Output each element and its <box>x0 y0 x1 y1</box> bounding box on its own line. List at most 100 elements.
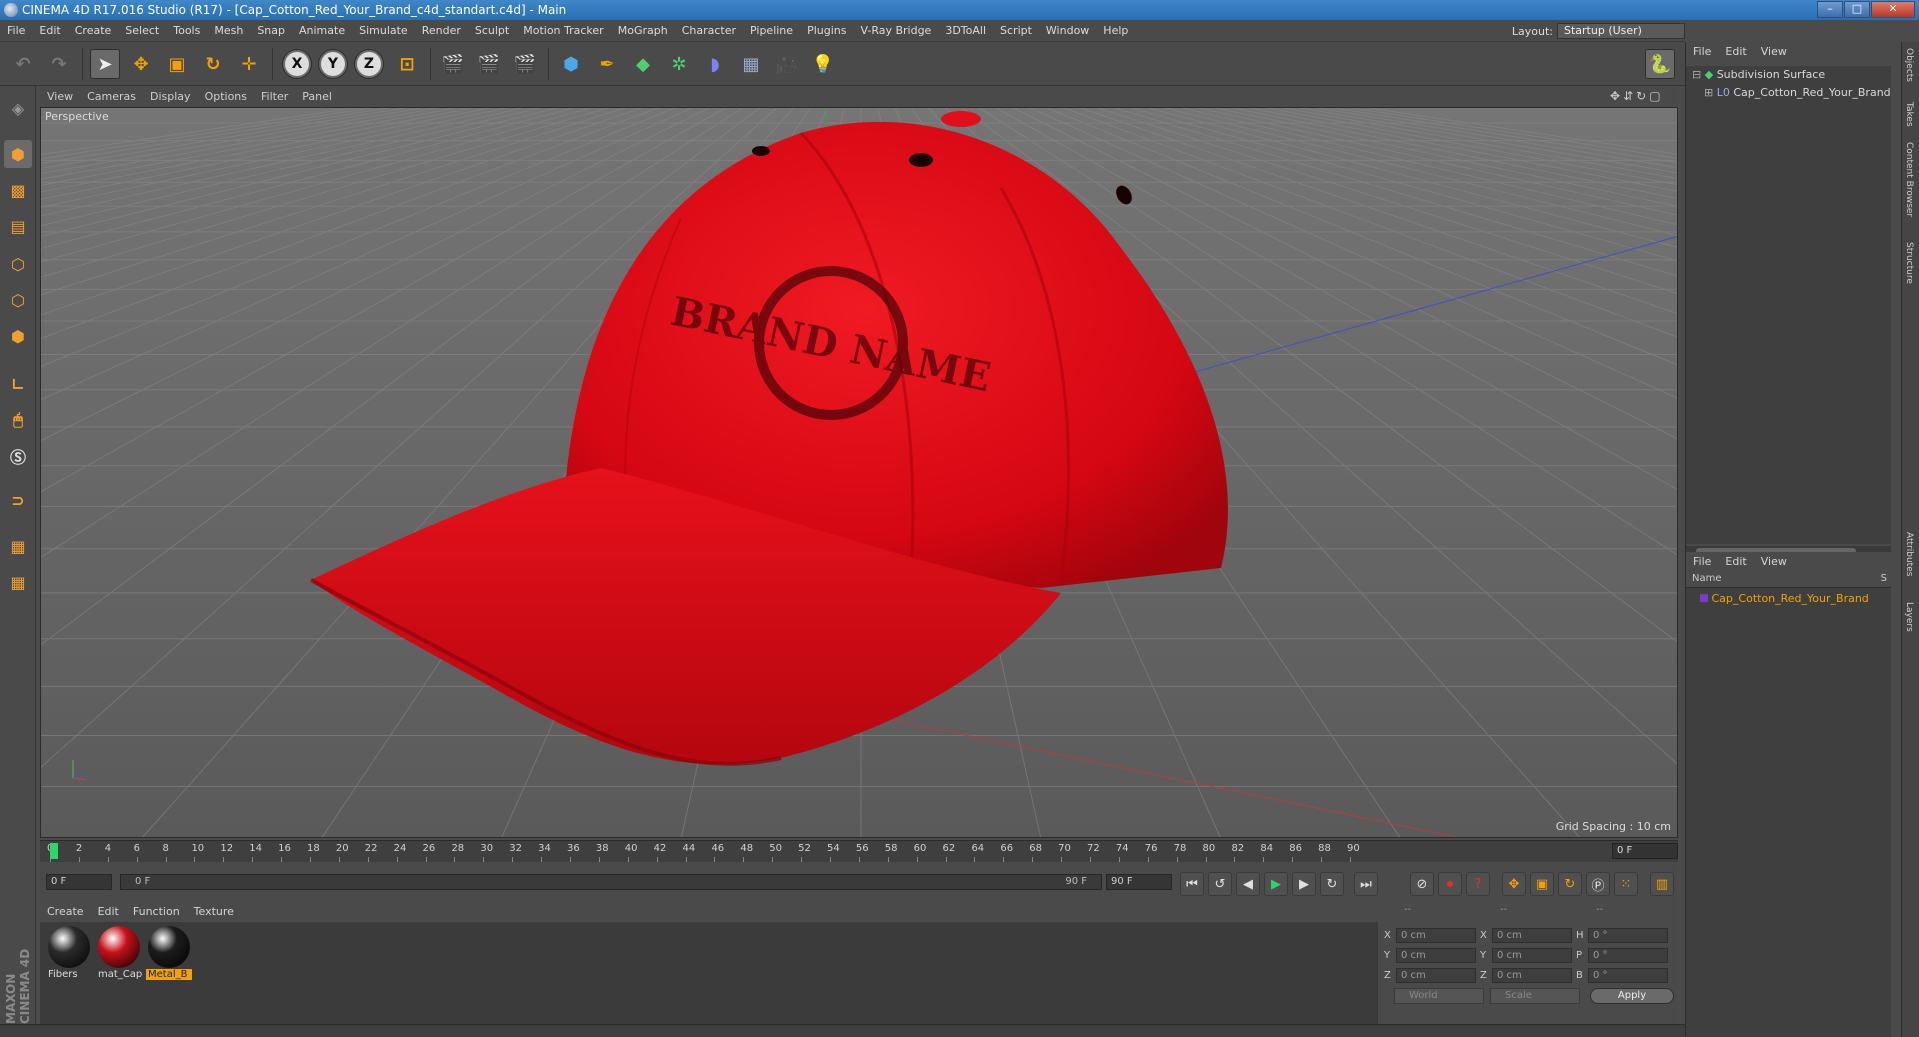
menu-create[interactable]: Create <box>68 20 119 42</box>
rotate-tool-button[interactable]: ↻ <box>198 49 228 79</box>
python-button[interactable]: 🐍 <box>1645 49 1675 79</box>
material-swatch[interactable]: Metal_B <box>146 926 192 980</box>
previous-frame-button[interactable]: ◀ <box>1236 872 1260 896</box>
viewport-nav-icons[interactable]: ✥⇵↻▢ <box>1610 89 1664 103</box>
current-frame-field[interactable]: 0 F <box>1612 843 1678 859</box>
layer-row[interactable]: Cap_Cotton_Red_Your_Brand <box>1700 590 1869 608</box>
viewport-menu-panel[interactable]: Panel <box>295 87 339 107</box>
timeline-ruler[interactable]: 0246810121416182022242628303234363840424… <box>40 840 1678 862</box>
light-button[interactable]: 💡 <box>808 49 838 79</box>
end-frame-field[interactable]: 90 F <box>1106 874 1172 890</box>
material-swatch[interactable]: mat_Cap <box>96 926 142 980</box>
menu-animate[interactable]: Animate <box>292 20 352 42</box>
menu-sculpt[interactable]: Sculpt <box>468 20 516 42</box>
object-row-cap[interactable]: ⊞ L0 Cap_Cotton_Red_Your_Brand <box>1704 84 1891 102</box>
menu-file[interactable]: File <box>0 20 32 42</box>
material-menu-function[interactable]: Function <box>126 902 187 922</box>
side-tab-content-browser[interactable]: Content Browser <box>1904 142 1914 217</box>
next-frame-button[interactable]: ▶ <box>1292 872 1316 896</box>
snap-button[interactable]: Ⓢ <box>4 442 32 470</box>
go-to-end-button[interactable]: ⏭ <box>1354 872 1378 896</box>
material-menu-edit[interactable]: Edit <box>91 902 126 922</box>
menu-help[interactable]: Help <box>1096 20 1135 42</box>
pan-icon[interactable]: ✥ <box>1610 89 1623 103</box>
position-key-button[interactable]: ✥ <box>1502 872 1526 896</box>
timeline-window-button[interactable]: ▥ <box>1650 872 1674 896</box>
layout-dropdown[interactable]: Startup (User) <box>1557 23 1685 39</box>
workplane-lock-button[interactable]: ▦ <box>4 532 32 560</box>
minimize-button[interactable]: – <box>1817 1 1843 18</box>
make-editable-button[interactable]: ◈ <box>4 94 32 122</box>
menu-render[interactable]: Render <box>415 20 468 42</box>
viewport-menu-options[interactable]: Options <box>198 87 254 107</box>
viewport-menu-cameras[interactable]: Cameras <box>80 87 143 107</box>
start-frame-field[interactable]: 0 F <box>46 874 112 890</box>
coordinate-value-field[interactable]: 0 cm <box>1492 928 1572 943</box>
polygons-mode-button[interactable]: ⬢ <box>4 322 32 350</box>
timeline-playhead[interactable] <box>50 843 58 859</box>
side-tab-takes[interactable]: Takes <box>1904 102 1914 127</box>
floor-object-button[interactable]: ▦ <box>736 49 766 79</box>
redo-button[interactable]: ↷ <box>44 49 74 79</box>
coordinate-value-field[interactable]: 0 ° <box>1588 968 1668 983</box>
y-axis-lock-button[interactable]: Y <box>318 49 348 79</box>
side-tab-attributes[interactable]: Attributes <box>1904 532 1914 576</box>
camera-button[interactable]: 🎥 <box>772 49 802 79</box>
scale-tool-button[interactable]: ▣ <box>162 49 192 79</box>
record-keys-button[interactable]: ⊘ <box>1410 872 1434 896</box>
coordinate-mode-dropdown[interactable]: World <box>1394 988 1484 1004</box>
menu-script[interactable]: Script <box>993 20 1039 42</box>
menu-edit[interactable]: Edit <box>32 20 67 42</box>
cloner-button[interactable]: ✲ <box>664 49 694 79</box>
render-view-button[interactable]: 🎬 <box>438 49 468 79</box>
undo-button[interactable]: ↶ <box>8 49 38 79</box>
coordinate-value-field[interactable]: 0 cm <box>1396 928 1476 943</box>
edit-render-settings-button[interactable]: 🎬 <box>510 49 540 79</box>
menu-select[interactable]: Select <box>118 20 166 42</box>
coordinate-value-field[interactable]: 0 ° <box>1588 948 1668 963</box>
viewport-menu-display[interactable]: Display <box>143 87 198 107</box>
subdivision-surface-button[interactable]: ◆ <box>628 49 658 79</box>
menu-mograph[interactable]: MoGraph <box>611 20 675 42</box>
workplane-align-button[interactable]: ▦ <box>4 568 32 596</box>
edges-mode-button[interactable]: ⬡ <box>4 286 32 314</box>
render-picture-viewer-button[interactable]: 🎬 <box>474 49 504 79</box>
workplane-mode-button[interactable]: ▤ <box>4 212 32 240</box>
next-key-button[interactable]: ↻ <box>1320 872 1344 896</box>
menu-window[interactable]: Window <box>1039 20 1096 42</box>
coordinate-value-field[interactable]: 0 cm <box>1492 968 1572 983</box>
coordinate-value-field[interactable]: 0 cm <box>1396 948 1476 963</box>
menu-3dtoall[interactable]: 3DToAll <box>938 20 993 42</box>
preview-range-slider[interactable]: 0 F 90 F <box>120 874 1102 890</box>
z-axis-lock-button[interactable]: Z <box>354 49 384 79</box>
previous-key-button[interactable]: ↺ <box>1208 872 1232 896</box>
recent-tool-button[interactable]: ✛ <box>234 49 264 79</box>
object-row-subdivision[interactable]: ⊟ ◆ Subdivision Surface <box>1692 66 1825 84</box>
menu-simulate[interactable]: Simulate <box>352 20 415 42</box>
magnet-button[interactable]: ⊃ <box>4 486 32 514</box>
menu-snap[interactable]: Snap <box>250 20 292 42</box>
layer-menu-edit[interactable]: Edit <box>1718 552 1753 572</box>
cube-object-button[interactable]: ⬢ <box>556 49 586 79</box>
coordinate-value-field[interactable]: 0 ° <box>1588 928 1668 943</box>
autokey-button[interactable]: ⏺ <box>1438 872 1462 896</box>
points-mode-button[interactable]: ⬡ <box>4 250 32 278</box>
model-mode-button[interactable]: ⬢ <box>4 140 32 168</box>
object-menu-view[interactable]: View <box>1754 42 1794 62</box>
deformer-button[interactable]: ◗ <box>700 49 730 79</box>
object-menu-file[interactable]: File <box>1686 42 1718 62</box>
menu-v-ray-bridge[interactable]: V-Ray Bridge <box>853 20 938 42</box>
orbit-icon[interactable]: ↻ <box>1636 89 1649 103</box>
expand-icon[interactable]: ⊟ <box>1692 68 1701 81</box>
go-to-start-button[interactable]: ⏮ <box>1180 872 1204 896</box>
menu-motion-tracker[interactable]: Motion Tracker <box>516 20 610 42</box>
side-tab-structure[interactable]: Structure <box>1904 242 1914 284</box>
side-tab-layers[interactable]: Layers <box>1904 602 1914 632</box>
viewport-menu-view[interactable]: View <box>40 87 80 107</box>
play-button[interactable]: ▶ <box>1264 872 1288 896</box>
axis-mode-button[interactable]: ∟ <box>4 370 32 398</box>
transform-mode-dropdown[interactable]: Scale <box>1490 988 1580 1004</box>
scale-key-button[interactable]: ▣ <box>1530 872 1554 896</box>
rotation-key-button[interactable]: ↻ <box>1558 872 1582 896</box>
object-menu-edit[interactable]: Edit <box>1718 42 1753 62</box>
